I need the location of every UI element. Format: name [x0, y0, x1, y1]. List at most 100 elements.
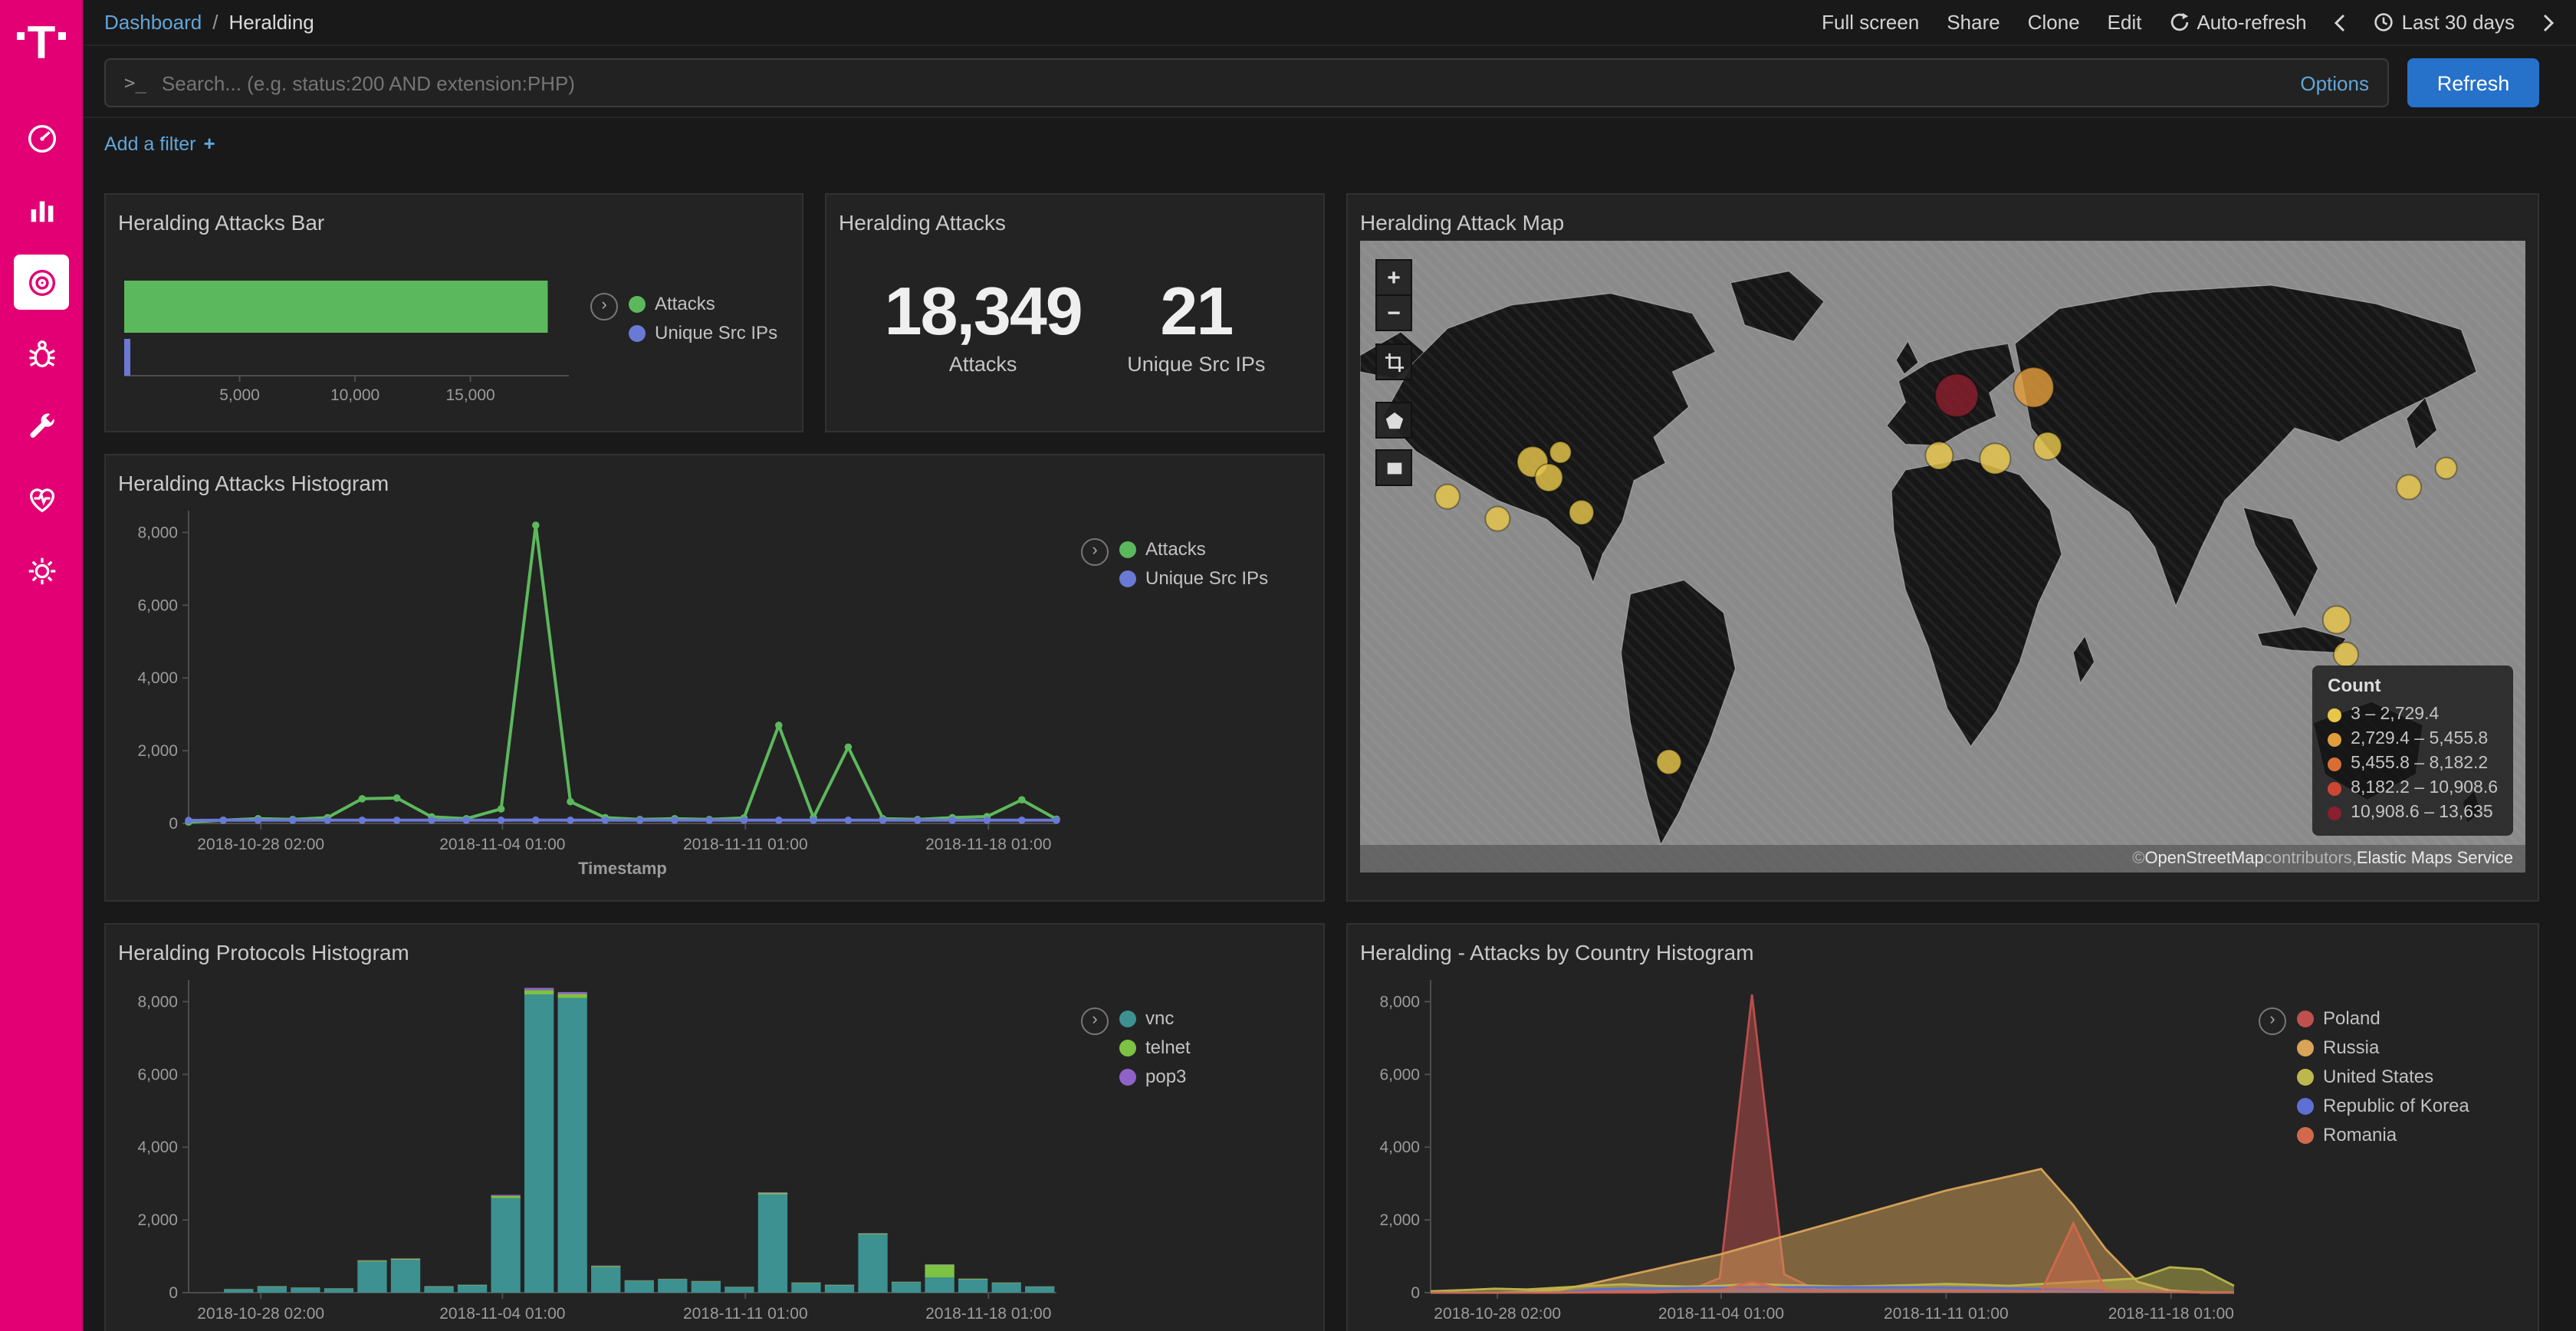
legend-label: Romania	[2323, 1124, 2397, 1145]
bug-icon	[24, 337, 59, 372]
share-button[interactable]: Share	[1947, 11, 1999, 34]
legend-collapse-icon[interactable]: ›	[2259, 1007, 2286, 1035]
legend-item-attacks[interactable]: Attacks	[629, 293, 777, 314]
svg-text:10,000: 10,000	[330, 386, 380, 404]
time-forward-button[interactable]	[2542, 13, 2555, 31]
clone-button[interactable]: Clone	[2028, 11, 2080, 34]
panel-title: Heralding Attacks Histogram	[118, 468, 1311, 498]
full-screen-button[interactable]: Full screen	[1822, 11, 1919, 34]
map-legend-dot	[2328, 781, 2341, 795]
legend-item-united-states[interactable]: United States	[2297, 1066, 2469, 1087]
metric-unique-src-ips: 21 Unique Src IPs	[1127, 278, 1265, 376]
legend-collapse-icon[interactable]: ›	[1081, 1007, 1109, 1035]
legend-item-russia[interactable]: Russia	[2297, 1037, 2469, 1058]
map-legend-label: 2,729.4 – 5,455.8	[2351, 727, 2488, 751]
edit-button[interactable]: Edit	[2108, 11, 2142, 34]
map-circle[interactable]	[1980, 443, 2010, 474]
svg-text:6,000: 6,000	[137, 596, 178, 614]
svg-text:8,000: 8,000	[1379, 993, 1420, 1011]
map-circle[interactable]	[1935, 374, 1978, 417]
chevron-left-icon	[2334, 13, 2347, 31]
bar-chart-icon	[24, 192, 59, 228]
legend-collapse-icon[interactable]: ›	[590, 293, 618, 320]
rectangle-select-button[interactable]	[1375, 449, 1412, 486]
map-legend-dot	[2328, 732, 2341, 746]
map-legend-dot	[2328, 806, 2341, 820]
legend-item-attacks[interactable]: Attacks	[1119, 538, 1268, 560]
map-circle[interactable]	[2034, 432, 2062, 460]
terminal-prompt-icon: >_	[124, 72, 146, 94]
svg-text:2018-11-18 01:00: 2018-11-18 01:00	[925, 1305, 1051, 1323]
sidebar-item-gear[interactable]	[14, 543, 69, 598]
metric-value: 21	[1127, 278, 1265, 348]
svg-text:0: 0	[169, 815, 178, 833]
legend-dot	[1119, 570, 1136, 587]
svg-text:2018-11-04 01:00: 2018-11-04 01:00	[1658, 1305, 1784, 1323]
legend-item-vnc[interactable]: vnc	[1119, 1007, 1191, 1029]
attack-map[interactable]: + −	[1360, 241, 2525, 873]
map-circle[interactable]	[2334, 642, 2358, 667]
time-range-button[interactable]: Last 30 days	[2374, 11, 2515, 34]
t-logo[interactable]: T	[0, 0, 83, 89]
map-circle[interactable]	[1535, 464, 1562, 491]
breadcrumb-dashboard-link[interactable]: Dashboard	[104, 11, 202, 34]
map-circle[interactable]	[2323, 606, 2351, 633]
elastic-maps-link[interactable]: Elastic Maps Service	[2357, 850, 2513, 868]
legend-item-unique-src-ips[interactable]: Unique Src IPs	[629, 322, 777, 343]
attribution-mid: contributors,	[2264, 850, 2357, 868]
svg-text:2018-11-11 01:00: 2018-11-11 01:00	[683, 836, 808, 853]
auto-refresh-button[interactable]: Auto-refresh	[2169, 11, 2306, 34]
zoom-out-button[interactable]: −	[1375, 294, 1412, 331]
legend-item-unique-src-ips[interactable]: Unique Src IPs	[1119, 567, 1268, 589]
t-logo-square	[17, 31, 25, 39]
sidebar-item-bar-chart[interactable]	[14, 182, 69, 238]
legend-item-romania[interactable]: Romania	[2297, 1124, 2469, 1145]
protocols-histogram-chart[interactable]: 02,0004,0006,0008,0002018-10-28 02:00201…	[118, 968, 1072, 1331]
map-legend-label: 8,182.2 – 10,908.6	[2351, 776, 2498, 800]
sidebar-item-bug[interactable]	[14, 327, 69, 382]
svg-text:4,000: 4,000	[137, 1139, 178, 1156]
map-circle[interactable]	[1657, 750, 1681, 774]
options-link[interactable]: Options	[2300, 71, 2369, 94]
search-input[interactable]: >_ Search... (e.g. status:200 AND extens…	[104, 58, 2389, 107]
legend-label: vnc	[1145, 1007, 1174, 1029]
sidebar-item-target[interactable]	[14, 255, 69, 310]
sidebar-item-gauge[interactable]	[14, 110, 69, 166]
map-circle[interactable]	[2436, 458, 2457, 479]
panel-title: Heralding Attack Map	[1360, 207, 2525, 238]
map-legend-label: 5,455.8 – 8,182.2	[2351, 751, 2488, 776]
map-circle[interactable]	[1925, 442, 1953, 469]
polygon-select-button[interactable]	[1375, 402, 1412, 439]
openstreetmap-link[interactable]: OpenStreetMap	[2144, 850, 2263, 868]
legend-item-pop3[interactable]: pop3	[1119, 1066, 1191, 1087]
sidebar-item-wrench[interactable]	[14, 399, 69, 454]
refresh-button[interactable]: Refresh	[2407, 58, 2539, 107]
legend-item-telnet[interactable]: telnet	[1119, 1037, 1191, 1058]
map-circle[interactable]	[1485, 507, 1510, 531]
legend-collapse-icon[interactable]: ›	[1081, 538, 1109, 566]
svg-text:15,000: 15,000	[445, 386, 495, 404]
legend-label: Unique Src IPs	[655, 322, 777, 343]
legend-label: Russia	[2323, 1037, 2379, 1058]
zoom-in-button[interactable]: +	[1375, 259, 1412, 296]
attacks-bar-chart[interactable]: 5,00010,00015,000	[118, 238, 578, 409]
attacks-histogram-chart[interactable]: 02,0004,0006,0008,0002018-10-28 02:00201…	[118, 498, 1072, 894]
map-circle[interactable]	[1435, 485, 1460, 509]
map-legend-item: 3 – 2,729.4	[2328, 702, 2498, 727]
navbar-actions: Full screen Share Clone Edit Auto-refres…	[1822, 11, 2555, 34]
panel-title: Heralding Attacks Bar	[118, 207, 790, 238]
map-circle[interactable]	[2014, 367, 2054, 407]
country-histogram-chart[interactable]: 02,0004,0006,0008,0002018-10-28 02:00201…	[1360, 968, 2249, 1331]
time-back-button[interactable]	[2334, 13, 2347, 31]
map-legend-label: 10,908.6 – 13,635	[2351, 800, 2492, 825]
legend-item-republic-of-korea[interactable]: Republic of Korea	[2297, 1095, 2469, 1116]
add-filter-link[interactable]: Add a filter +	[104, 132, 215, 155]
map-circle[interactable]	[1569, 500, 1594, 524]
map-legend-label: 3 – 2,729.4	[2351, 702, 2439, 727]
map-circle[interactable]	[2397, 475, 2421, 499]
legend-item-poland[interactable]: Poland	[2297, 1007, 2469, 1029]
fit-bounds-button[interactable]	[1375, 343, 1412, 380]
sidebar-item-heartbeat[interactable]	[14, 471, 69, 526]
legend-label: Unique Src IPs	[1145, 567, 1268, 589]
map-circle[interactable]	[1549, 442, 1571, 463]
